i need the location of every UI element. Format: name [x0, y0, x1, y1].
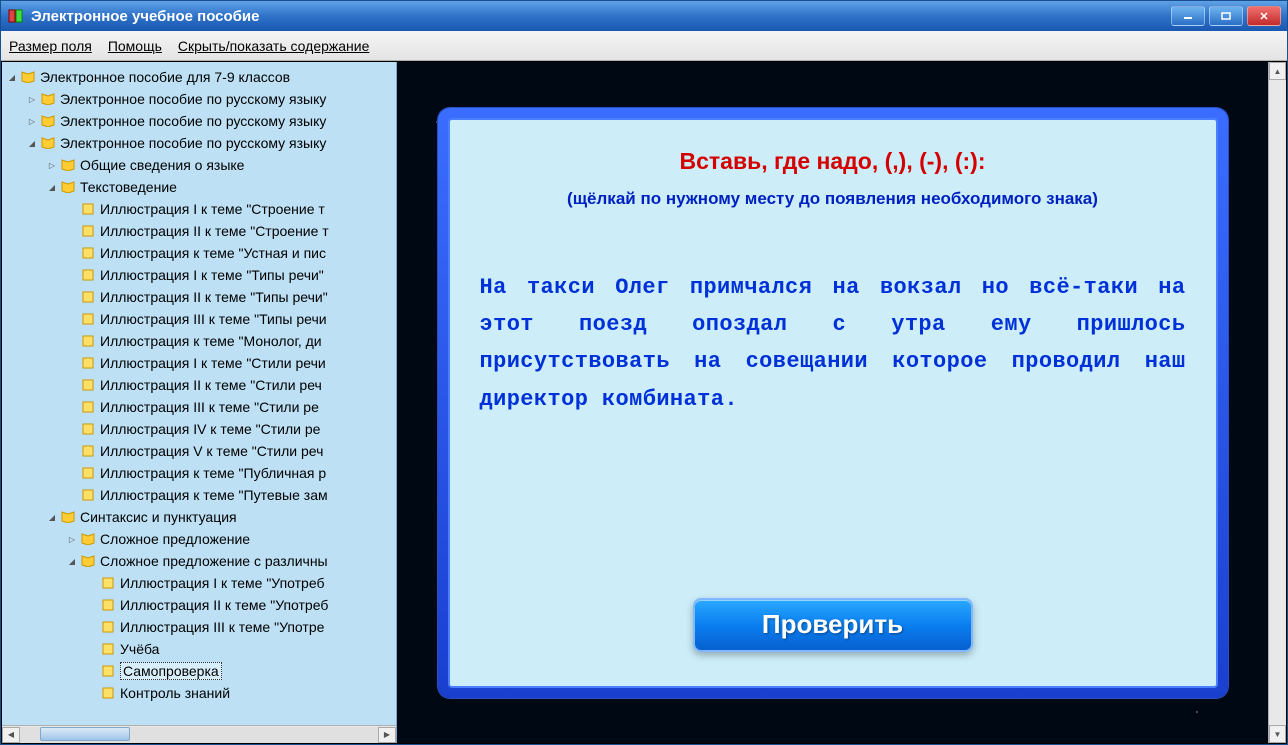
- scroll-down-button[interactable]: ▼: [1269, 725, 1286, 743]
- tree-item[interactable]: ▷ Сложное предложение: [2, 528, 396, 550]
- page-icon: [80, 268, 96, 282]
- tree-item[interactable]: Иллюстрация I к теме "Употреб: [2, 572, 396, 594]
- tree-item-selected[interactable]: Самопроверка: [2, 660, 396, 682]
- scroll-left-button[interactable]: ◀: [2, 727, 20, 743]
- tree-item[interactable]: Иллюстрация к теме "Устная и пис: [2, 242, 396, 264]
- menu-toggle-toc[interactable]: Скрыть/показать содержание: [178, 38, 369, 54]
- book-icon: [40, 92, 56, 106]
- page-icon: [100, 576, 116, 590]
- book-icon: [60, 510, 76, 524]
- tree-item[interactable]: Учёба: [2, 638, 396, 660]
- vertical-scrollbar[interactable]: ▲ ▼: [1268, 62, 1286, 743]
- tree-item[interactable]: Контроль знаний: [2, 682, 396, 704]
- tree[interactable]: ◢ Электронное пособие для 7-9 классов ▷ …: [2, 62, 396, 725]
- collapse-icon[interactable]: ◢: [46, 511, 58, 523]
- scroll-track[interactable]: [20, 727, 378, 743]
- exercise-title: Вставь, где надо, (,), (-), (:):: [680, 148, 986, 175]
- tree-item[interactable]: Иллюстрация I к теме "Стили речи: [2, 352, 396, 374]
- tree-item[interactable]: Иллюстрация III к теме "Стили ре: [2, 396, 396, 418]
- tree-item[interactable]: ◢ Текстоведение: [2, 176, 396, 198]
- tree-item[interactable]: Иллюстрация к теме "Путевые зам: [2, 484, 396, 506]
- tree-item[interactable]: Иллюстрация к теме "Публичная р: [2, 462, 396, 484]
- horizontal-scrollbar[interactable]: ◀ ▶: [2, 725, 396, 743]
- scroll-track[interactable]: [1269, 80, 1286, 725]
- tree-item[interactable]: Иллюстрация II к теме "Строение т: [2, 220, 396, 242]
- tree-item[interactable]: ▷ Электронное пособие по русскому языку: [2, 110, 396, 132]
- scroll-thumb[interactable]: [40, 727, 130, 741]
- tree-item[interactable]: Иллюстрация II к теме "Употреб: [2, 594, 396, 616]
- close-button[interactable]: [1247, 6, 1281, 26]
- page-icon: [80, 290, 96, 304]
- tree-item[interactable]: Иллюстрация к теме "Монолог, ди: [2, 330, 396, 352]
- tree-item[interactable]: ◢ Электронное пособие по русскому языку: [2, 132, 396, 154]
- book-icon: [20, 70, 36, 84]
- page-icon: [80, 356, 96, 370]
- tree-item[interactable]: Иллюстрация III к теме "Употре: [2, 616, 396, 638]
- page-icon: [100, 664, 116, 678]
- maximize-button[interactable]: [1209, 6, 1243, 26]
- titlebar: Электронное учебное пособие: [1, 1, 1287, 31]
- page-icon: [100, 620, 116, 634]
- collapse-icon[interactable]: ◢: [26, 137, 38, 149]
- tree-item[interactable]: ▷ Электронное пособие по русскому языку: [2, 88, 396, 110]
- book-icon: [80, 554, 96, 568]
- expand-icon[interactable]: ▷: [46, 159, 58, 171]
- exercise-text[interactable]: На такси Олег примчался на вокзал но всё…: [480, 269, 1186, 419]
- page-icon: [80, 378, 96, 392]
- tree-item[interactable]: Иллюстрация I к теме "Типы речи": [2, 264, 396, 286]
- scroll-up-button[interactable]: ▲: [1269, 62, 1286, 80]
- minimize-button[interactable]: [1171, 6, 1205, 26]
- expand-icon[interactable]: ▷: [66, 533, 78, 545]
- tree-root[interactable]: ◢ Электронное пособие для 7-9 классов: [2, 66, 396, 88]
- page-icon: [80, 312, 96, 326]
- collapse-icon[interactable]: ◢: [6, 71, 18, 83]
- page-icon: [80, 488, 96, 502]
- page-icon: [100, 686, 116, 700]
- book-icon: [40, 136, 56, 150]
- expand-icon[interactable]: ▷: [26, 115, 38, 127]
- book-icon: [60, 158, 76, 172]
- page-icon: [80, 224, 96, 238]
- sidebar: ◢ Электронное пособие для 7-9 классов ▷ …: [2, 62, 397, 743]
- tree-item[interactable]: Иллюстрация III к теме "Типы речи: [2, 308, 396, 330]
- tree-item[interactable]: ▷ Общие сведения о языке: [2, 154, 396, 176]
- tree-item[interactable]: Иллюстрация I к теме "Строение т: [2, 198, 396, 220]
- collapse-icon[interactable]: ◢: [66, 555, 78, 567]
- menu-help[interactable]: Помощь: [108, 38, 162, 54]
- content-area: Вставь, где надо, (,), (-), (:): (щёлкай…: [397, 62, 1268, 743]
- page-icon: [80, 422, 96, 436]
- book-icon: [80, 532, 96, 546]
- page-icon: [80, 466, 96, 480]
- exercise-subtitle: (щёлкай по нужному месту до появления не…: [567, 189, 1098, 209]
- page-icon: [80, 400, 96, 414]
- tree-item[interactable]: Иллюстрация IV к теме "Стили ре: [2, 418, 396, 440]
- page-icon: [80, 202, 96, 216]
- page-icon: [80, 334, 96, 348]
- app-icon: [7, 7, 25, 25]
- page-icon: [80, 444, 96, 458]
- tree-item[interactable]: Иллюстрация V к теме "Стили реч: [2, 440, 396, 462]
- tree-item[interactable]: Иллюстрация II к теме "Типы речи": [2, 286, 396, 308]
- tree-item[interactable]: ◢ Синтаксис и пунктуация: [2, 506, 396, 528]
- exercise-card: Вставь, где надо, (,), (-), (:): (щёлкай…: [438, 108, 1228, 698]
- book-icon: [60, 180, 76, 194]
- expand-icon[interactable]: ▷: [26, 93, 38, 105]
- page-icon: [100, 642, 116, 656]
- window-title: Электронное учебное пособие: [31, 8, 1171, 25]
- check-button[interactable]: Проверить: [693, 598, 973, 652]
- page-icon: [80, 246, 96, 260]
- collapse-icon[interactable]: ◢: [46, 181, 58, 193]
- tree-item[interactable]: Иллюстрация II к теме "Стили реч: [2, 374, 396, 396]
- page-icon: [100, 598, 116, 612]
- menubar: Размер поля Помощь Скрыть/показать содер…: [1, 31, 1287, 61]
- tree-item[interactable]: ◢ Сложное предложение с различны: [2, 550, 396, 572]
- book-icon: [40, 114, 56, 128]
- scroll-right-button[interactable]: ▶: [378, 727, 396, 743]
- menu-field-size[interactable]: Размер поля: [9, 38, 92, 54]
